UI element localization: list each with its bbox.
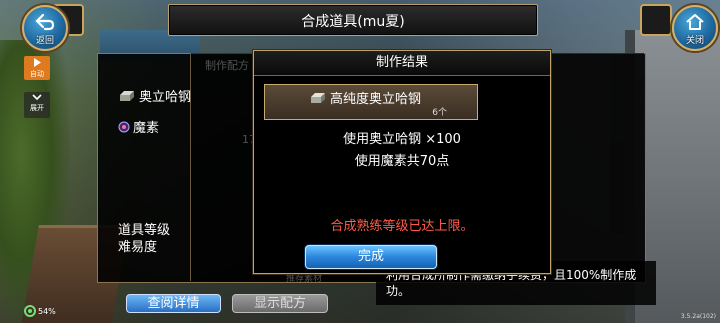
material-usage-line: 使用奥立哈钢 ×100 bbox=[343, 132, 461, 147]
back-label: 返回 bbox=[35, 36, 54, 46]
result-item-name: 高纯度奥立哈钢 bbox=[330, 92, 422, 107]
show-recipe-button[interactable]: 显示配方 bbox=[232, 294, 328, 313]
info-panel bbox=[549, 53, 644, 281]
window-title: 合成道具(mu夏) bbox=[301, 14, 405, 30]
auto-label: 自动 bbox=[30, 70, 44, 78]
mastery-warning: 合成熟练等级已达上限。 bbox=[330, 219, 474, 234]
material-item-orichalcum[interactable]: 奥立哈钢 bbox=[118, 86, 191, 105]
recipe-header-label: 制作配方 bbox=[205, 59, 249, 72]
material-label-essence: 魔素 bbox=[133, 121, 160, 136]
dialog-title: 制作结果 bbox=[254, 51, 550, 76]
battery-level: 54% bbox=[38, 306, 56, 316]
confirm-button[interactable]: 完成 bbox=[305, 245, 437, 269]
back-button[interactable]: 返回 bbox=[22, 5, 68, 51]
orb-icon bbox=[118, 121, 130, 132]
play-icon bbox=[34, 58, 41, 67]
version-label: 3.5.2a(102) bbox=[680, 313, 716, 320]
result-item: 高纯度奥立哈钢 bbox=[309, 88, 421, 107]
battery-indicator: 54% bbox=[24, 305, 56, 317]
ingot-icon bbox=[120, 90, 134, 101]
difficulty-label: 难易度 bbox=[118, 240, 158, 255]
house-icon bbox=[686, 14, 704, 30]
essence-usage-line: 使用魔素共70点 bbox=[354, 154, 450, 169]
expand-button[interactable]: 展开 bbox=[24, 92, 50, 118]
ingot-icon bbox=[311, 92, 325, 103]
craft-result-dialog: 制作结果 高纯度奥立哈钢 6个 使用奥立哈钢 ×100 使用魔素共70点 合成熟… bbox=[253, 50, 551, 274]
close-button[interactable]: 关闭 bbox=[672, 5, 718, 51]
view-details-button[interactable]: 查阅详情 bbox=[126, 294, 221, 313]
result-item-slot[interactable]: 高纯度奥立哈钢 6个 bbox=[264, 84, 478, 120]
window-title-bar: 合成道具(mu夏) bbox=[168, 4, 538, 36]
chevron-down-icon bbox=[32, 94, 42, 101]
material-item-essence[interactable]: 魔素 bbox=[118, 117, 159, 136]
battery-ring-icon bbox=[24, 305, 36, 317]
result-item-count: 6个 bbox=[432, 108, 447, 118]
close-label: 关闭 bbox=[685, 36, 704, 46]
material-label-orichalcum: 奥立哈钢 bbox=[139, 90, 192, 105]
back-arrow-icon bbox=[35, 13, 55, 31]
auto-button[interactable]: 自动 bbox=[24, 56, 50, 80]
corner-ornament-right bbox=[640, 4, 672, 36]
expand-label: 展开 bbox=[30, 104, 44, 112]
